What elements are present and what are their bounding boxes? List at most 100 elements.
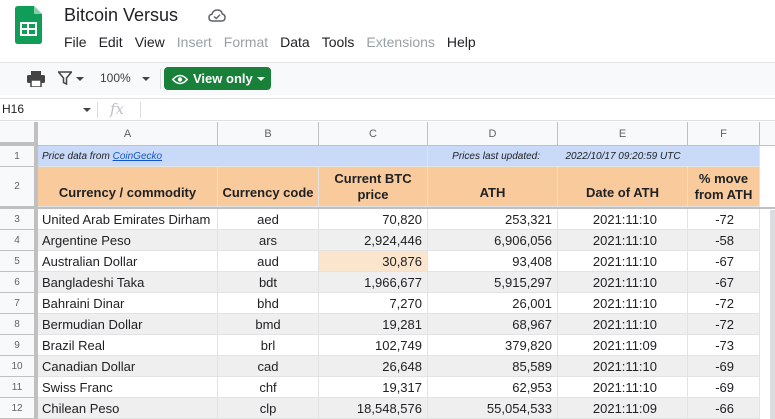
- row-header[interactable]: 8: [0, 314, 38, 335]
- column-header-a[interactable]: A: [38, 122, 218, 146]
- cell-currency-code[interactable]: bdt: [218, 272, 319, 293]
- zoom-select[interactable]: 100%: [100, 71, 131, 85]
- cell-percent-move[interactable]: -58: [688, 230, 760, 251]
- row-header[interactable]: 12: [0, 398, 38, 419]
- cell-date-of-ath[interactable]: 2021:11:10: [558, 272, 688, 293]
- row-header[interactable]: 1: [0, 146, 38, 167]
- cell-currency[interactable]: Bangladeshi Taka: [38, 272, 218, 293]
- updated-label[interactable]: Prices last updated:: [428, 146, 558, 167]
- menu-edit[interactable]: Edit: [99, 34, 123, 52]
- cell-ath[interactable]: 85,589: [428, 356, 558, 377]
- document-title[interactable]: Bitcoin Versus: [64, 5, 178, 26]
- header-ath[interactable]: ATH: [428, 167, 558, 207]
- row-header[interactable]: 4: [0, 230, 38, 251]
- cell-current-price[interactable]: 18,548,576: [319, 398, 428, 419]
- row-header[interactable]: 11: [0, 377, 38, 398]
- cell-percent-move[interactable]: -73: [688, 335, 760, 356]
- header-current-price[interactable]: Current BTC price: [319, 167, 428, 207]
- cell-current-price[interactable]: 102,749: [319, 335, 428, 356]
- column-header-g[interactable]: [760, 122, 775, 146]
- cell-current-price[interactable]: 70,820: [319, 209, 428, 230]
- header-date-of-ath[interactable]: Date of ATH: [558, 167, 688, 207]
- column-header-d[interactable]: D: [428, 122, 558, 146]
- cell-currency-code[interactable]: ars: [218, 230, 319, 251]
- cell-currency[interactable]: Chilean Peso: [38, 398, 218, 419]
- cell-currency[interactable]: Argentine Peso: [38, 230, 218, 251]
- cell-percent-move[interactable]: -72: [688, 314, 760, 335]
- column-header-f[interactable]: F: [688, 122, 760, 146]
- name-box[interactable]: H16: [2, 102, 24, 116]
- zoom-chevron-down-icon[interactable]: [142, 77, 150, 81]
- cell-currency-code[interactable]: aud: [218, 251, 319, 272]
- menu-format[interactable]: Format: [224, 34, 268, 52]
- print-icon[interactable]: [27, 71, 45, 88]
- info-cell[interactable]: [319, 146, 428, 167]
- menu-help[interactable]: Help: [447, 34, 476, 52]
- menu-view[interactable]: View: [135, 34, 165, 52]
- cloud-saved-icon[interactable]: [208, 8, 226, 24]
- cell-date-of-ath[interactable]: 2021:11:09: [558, 335, 688, 356]
- cell-ath[interactable]: 26,001: [428, 293, 558, 314]
- row-header[interactable]: 9: [0, 335, 38, 356]
- cell-currency[interactable]: Bermudian Dollar: [38, 314, 218, 335]
- cell-date-of-ath[interactable]: 2021:11:10: [558, 293, 688, 314]
- cell-percent-move[interactable]: -72: [688, 209, 760, 230]
- cell-currency-code[interactable]: brl: [218, 335, 319, 356]
- menu-tools[interactable]: Tools: [322, 34, 355, 52]
- cell-currency[interactable]: Swiss Franc: [38, 377, 218, 398]
- menu-data[interactable]: Data: [280, 34, 310, 52]
- coingecko-link[interactable]: CoinGecko: [113, 151, 162, 162]
- row-header[interactable]: 5: [0, 251, 38, 272]
- cell-ath[interactable]: 68,967: [428, 314, 558, 335]
- cell-percent-move[interactable]: -69: [688, 377, 760, 398]
- cell-ath[interactable]: 6,906,056: [428, 230, 558, 251]
- cell-currency-code[interactable]: clp: [218, 398, 319, 419]
- filter-icon[interactable]: [56, 71, 74, 86]
- cell-percent-move[interactable]: -72: [688, 293, 760, 314]
- cell-ath[interactable]: 253,321: [428, 209, 558, 230]
- cell-percent-move[interactable]: -69: [688, 356, 760, 377]
- filter-dropdown-chevron-icon[interactable]: [76, 77, 84, 81]
- name-box-chevron-down-icon[interactable]: [83, 108, 91, 112]
- cell-date-of-ath[interactable]: 2021:11:10: [558, 251, 688, 272]
- cell-ath[interactable]: 5,915,297: [428, 272, 558, 293]
- cell-ath[interactable]: 379,820: [428, 335, 558, 356]
- cell-currency[interactable]: Australian Dollar: [38, 251, 218, 272]
- cell-current-price[interactable]: 30,876: [319, 251, 428, 272]
- column-header-c[interactable]: C: [319, 122, 428, 146]
- updated-timestamp[interactable]: 2022/10/17 09:20:59 UTC: [558, 146, 688, 167]
- cell-currency-code[interactable]: chf: [218, 377, 319, 398]
- view-only-button[interactable]: View only: [164, 67, 271, 90]
- menu-file[interactable]: File: [64, 34, 87, 52]
- cell-percent-move[interactable]: -67: [688, 251, 760, 272]
- cell-current-price[interactable]: 19,281: [319, 314, 428, 335]
- cell-date-of-ath[interactable]: 2021:11:09: [558, 398, 688, 419]
- cell-currency[interactable]: United Arab Emirates Dirham: [38, 209, 218, 230]
- cell-currency-code[interactable]: aed: [218, 209, 319, 230]
- cell-current-price[interactable]: 1,966,677: [319, 272, 428, 293]
- row-header[interactable]: 7: [0, 293, 38, 314]
- row-header[interactable]: 3: [0, 209, 38, 230]
- header-currency-code[interactable]: Currency code: [218, 167, 319, 207]
- row-header[interactable]: 2: [0, 167, 38, 207]
- cell-currency[interactable]: Canadian Dollar: [38, 356, 218, 377]
- row-header[interactable]: 6: [0, 272, 38, 293]
- cell-current-price[interactable]: 19,317: [319, 377, 428, 398]
- menu-extensions[interactable]: Extensions: [366, 34, 434, 52]
- cell-date-of-ath[interactable]: 2021:11:10: [558, 230, 688, 251]
- cell-percent-move[interactable]: -66: [688, 398, 760, 419]
- select-all-corner[interactable]: [0, 122, 38, 146]
- cell-percent-move[interactable]: -67: [688, 272, 760, 293]
- menu-insert[interactable]: Insert: [177, 34, 212, 52]
- cell-current-price[interactable]: 2,924,446: [319, 230, 428, 251]
- cell-ath[interactable]: 55,054,533: [428, 398, 558, 419]
- cell-ath[interactable]: 62,953: [428, 377, 558, 398]
- cell-date-of-ath[interactable]: 2021:11:10: [558, 209, 688, 230]
- column-header-e[interactable]: E: [558, 122, 688, 146]
- cell-current-price[interactable]: 26,648: [319, 356, 428, 377]
- info-cell[interactable]: [688, 146, 760, 167]
- header-currency[interactable]: Currency / commodity: [38, 167, 218, 207]
- cell-currency-code[interactable]: cad: [218, 356, 319, 377]
- cell-currency[interactable]: Bahraini Dinar: [38, 293, 218, 314]
- vertical-scrollbar[interactable]: [770, 210, 775, 419]
